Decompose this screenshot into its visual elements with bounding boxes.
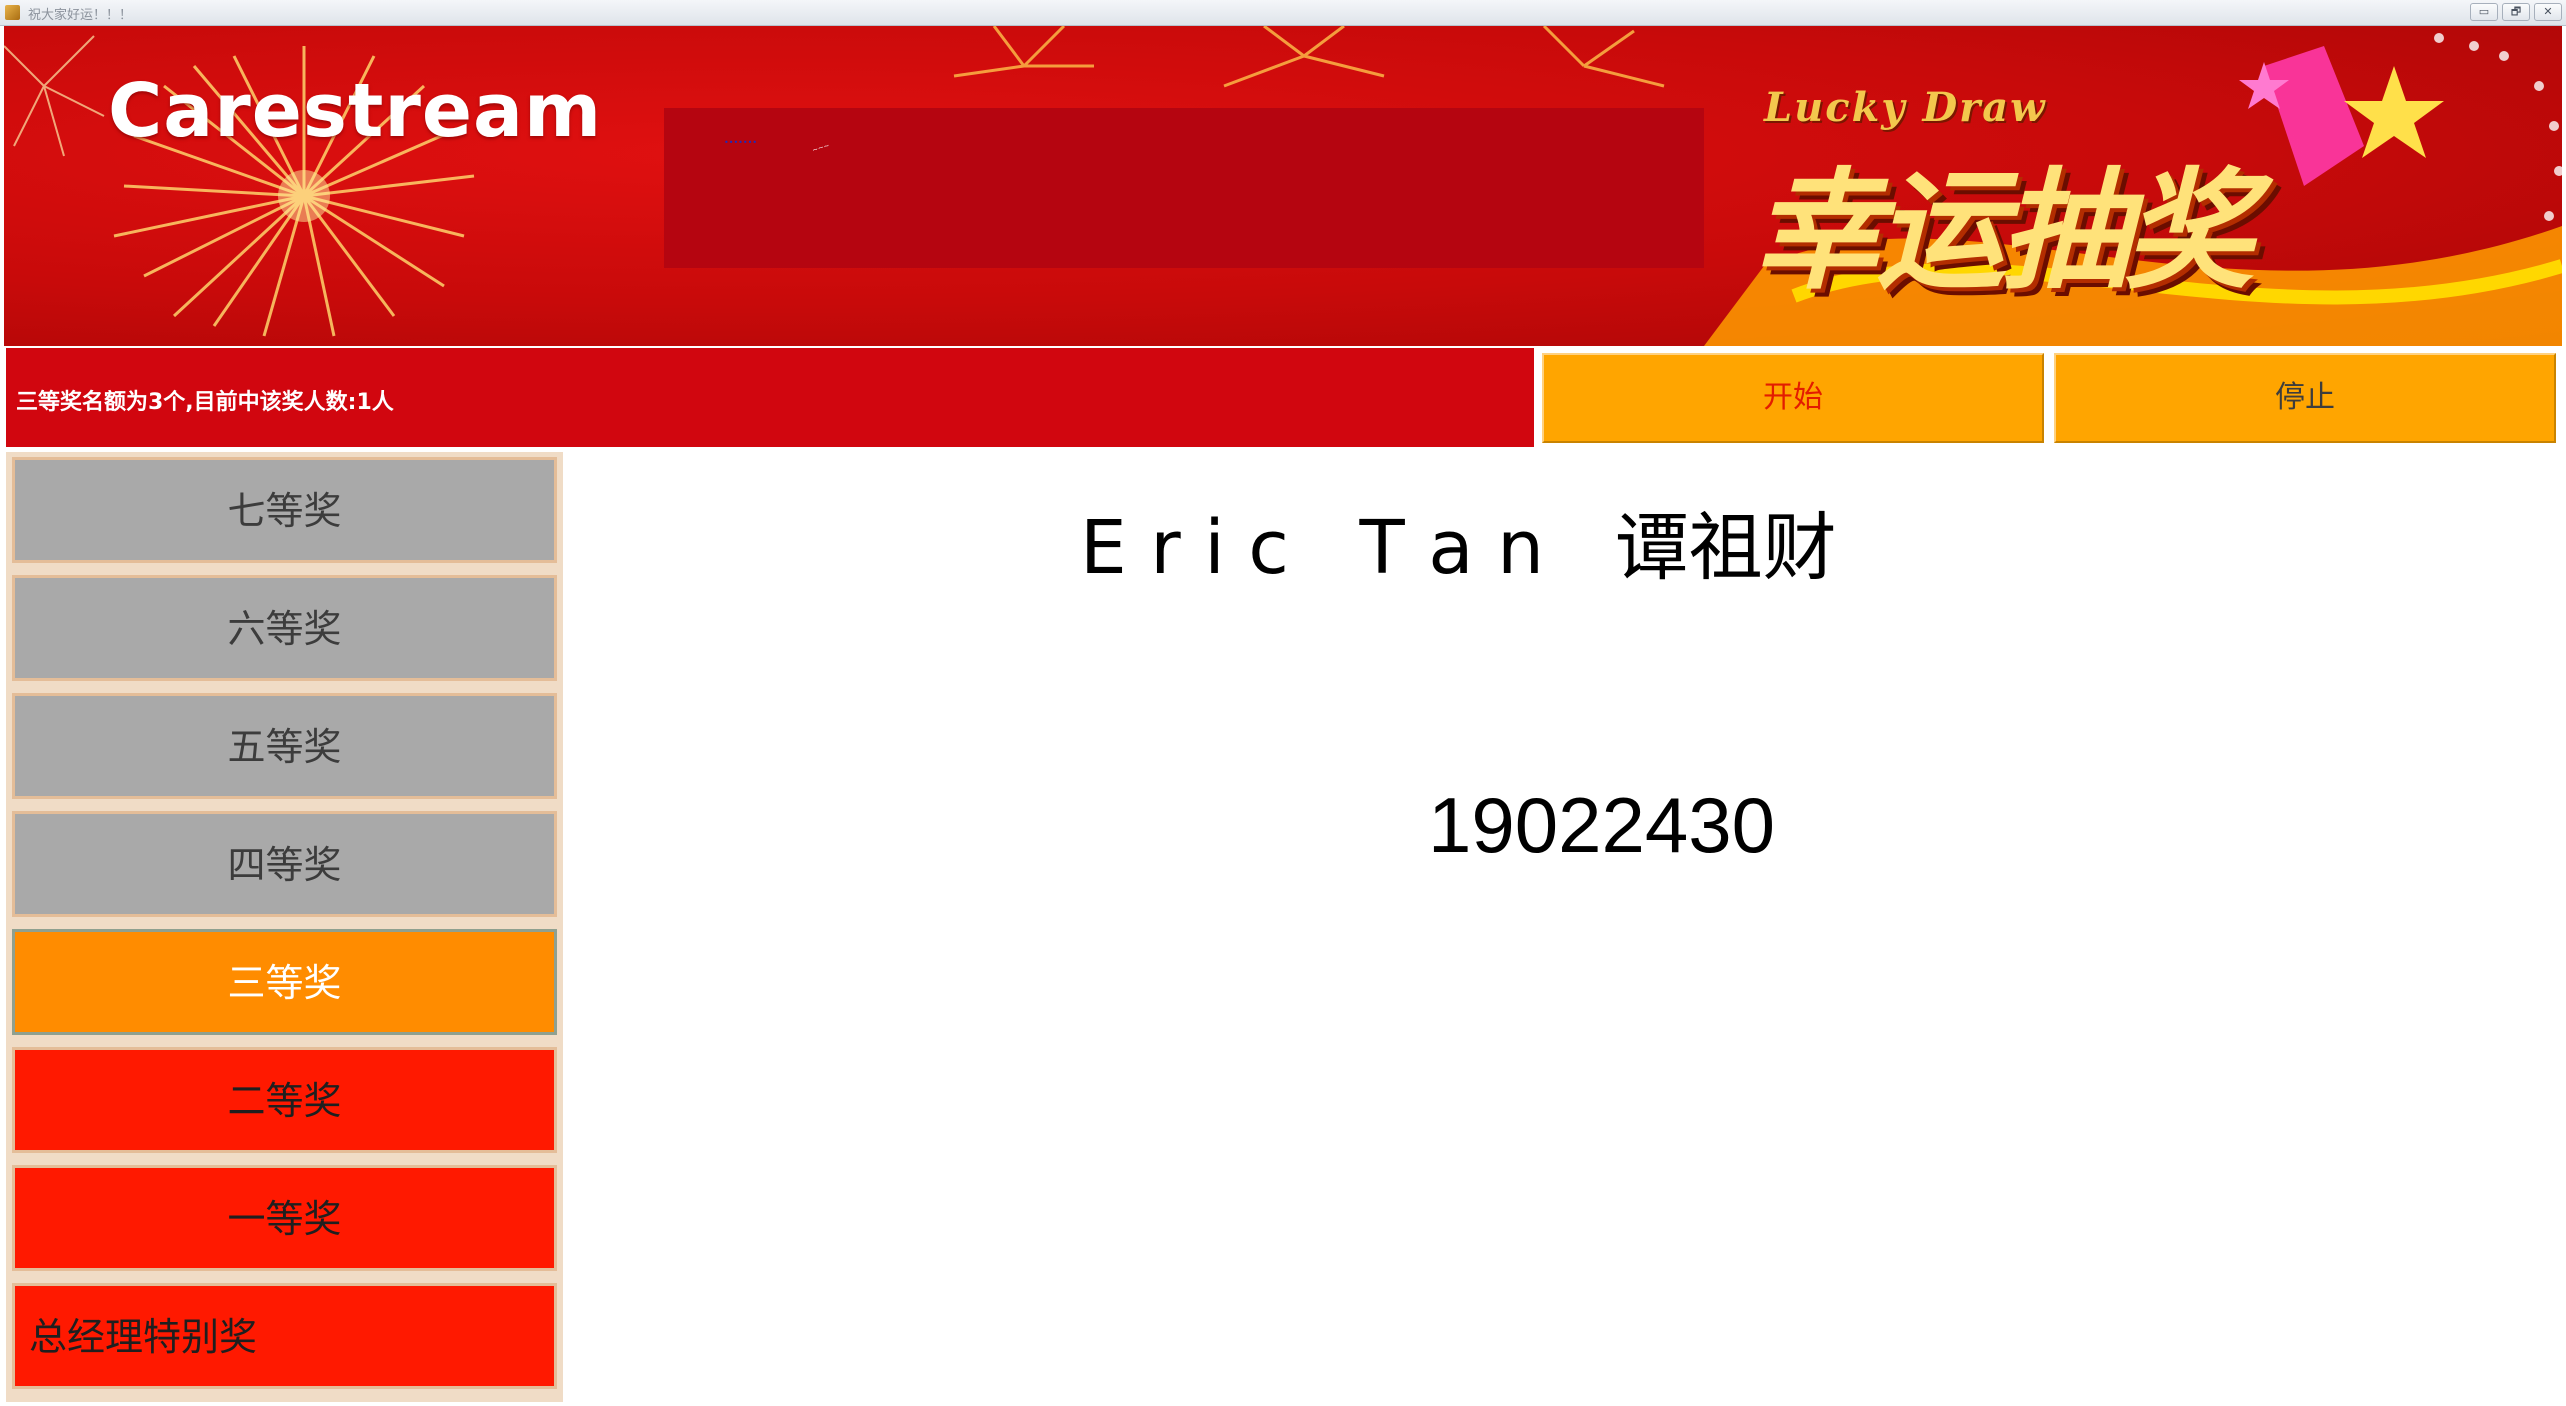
- lucky-draw-banner: Carestream ••••••• ~~~ Lucky Draw 幸运抽奖: [4, 26, 2562, 346]
- banner-small-mark: •••••••: [724, 138, 758, 147]
- prize-button-6[interactable]: 六等奖: [12, 575, 557, 681]
- winner-name: E r i c T a n 谭祖财: [1080, 505, 1837, 591]
- window-title-bar[interactable]: 祝大家好运！！！ ▭ 🗗 ✕: [0, 0, 2566, 26]
- prize-quota-status: 三等奖名额为3个,目前中该奖人数:1人: [16, 390, 394, 415]
- prize-button-5[interactable]: 五等奖: [12, 693, 557, 799]
- prize-list: 七等奖 六等奖 五等奖 四等奖 三等奖 二等奖 一等奖 总经理特别奖: [6, 452, 563, 1402]
- lucky-draw-english: Lucky Draw: [1764, 84, 2047, 131]
- app-icon: [5, 5, 20, 20]
- prize-button-1[interactable]: 一等奖: [12, 1165, 557, 1271]
- prize-button-2[interactable]: 二等奖: [12, 1047, 557, 1153]
- stop-button[interactable]: 停止: [2054, 353, 2556, 443]
- restore-icon[interactable]: 🗗: [2502, 3, 2530, 21]
- status-bar: 三等奖名额为3个,目前中该奖人数:1人: [6, 348, 1534, 447]
- start-button[interactable]: 开始: [1542, 353, 2044, 443]
- prize-button-3[interactable]: 三等奖: [12, 929, 557, 1035]
- lucky-draw-chinese: 幸运抽奖: [1752, 155, 2254, 307]
- window-controls: ▭ 🗗 ✕: [2470, 3, 2562, 21]
- window-title: 祝大家好运！！！: [28, 8, 133, 23]
- prize-button-7[interactable]: 七等奖: [12, 457, 557, 563]
- close-icon[interactable]: ✕: [2534, 3, 2562, 21]
- prize-button-gm-special[interactable]: 总经理特别奖: [12, 1283, 557, 1389]
- banner-panel: [664, 108, 1704, 268]
- prize-button-4[interactable]: 四等奖: [12, 811, 557, 917]
- winner-employee-id: 19022430: [1428, 781, 1776, 869]
- minimize-icon[interactable]: ▭: [2470, 3, 2498, 21]
- fireworks-decoration-top: [953, 26, 1665, 88]
- carestream-logo: Carestream: [108, 68, 603, 154]
